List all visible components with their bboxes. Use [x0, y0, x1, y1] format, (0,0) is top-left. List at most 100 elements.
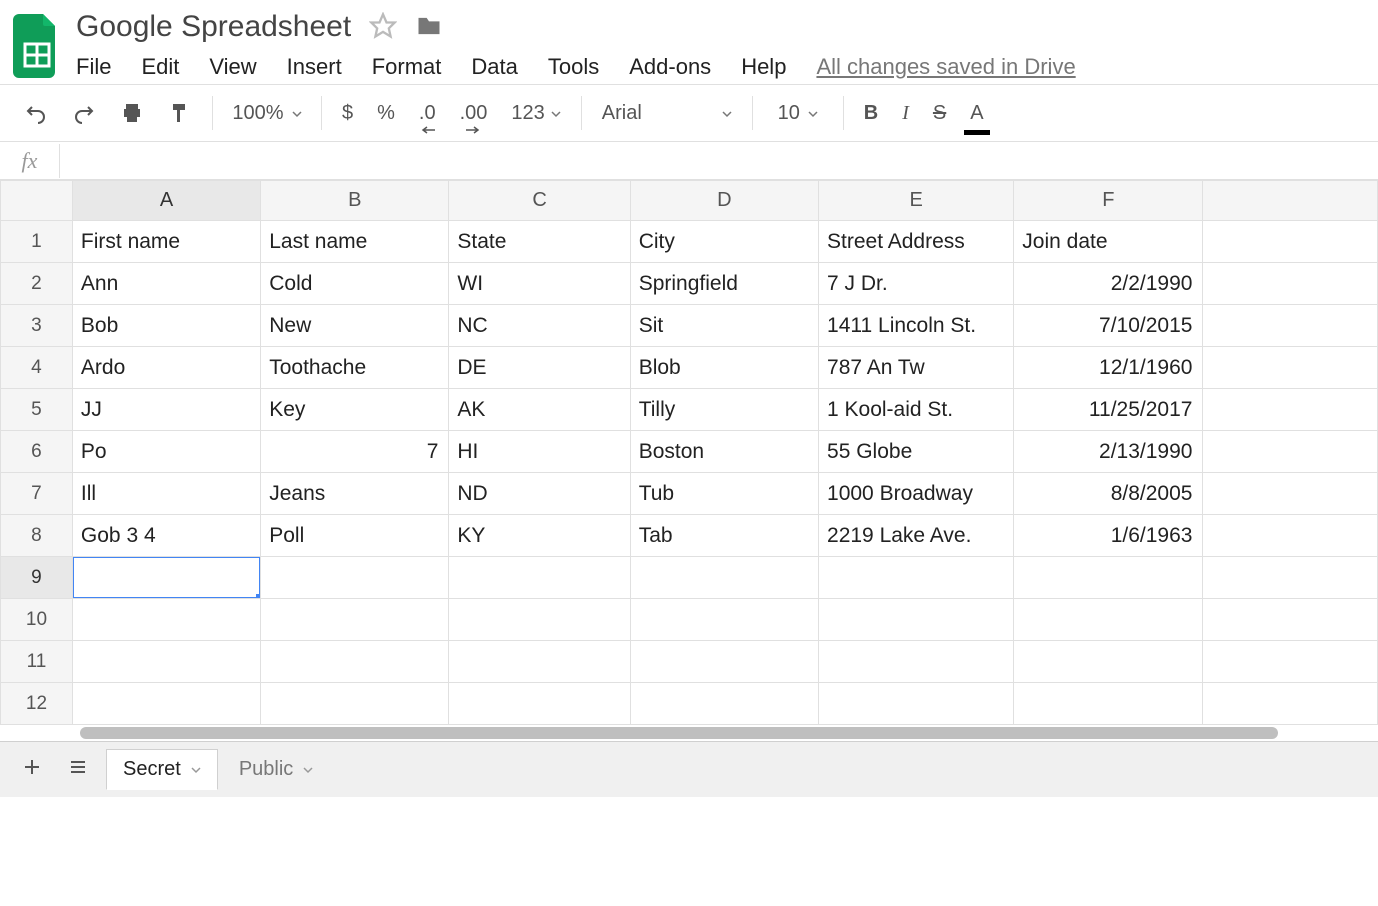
cell-E2[interactable]: 7 J Dr.	[819, 263, 1014, 305]
font-dropdown[interactable]: Arial	[592, 96, 742, 131]
percent-button[interactable]: %	[367, 96, 405, 131]
row-header-11[interactable]: 11	[1, 641, 73, 683]
decrease-decimal-button[interactable]: .0	[409, 96, 446, 131]
column-header-A[interactable]: A	[72, 181, 260, 221]
cell-D10[interactable]	[630, 599, 818, 641]
cell-B11[interactable]	[261, 641, 449, 683]
menu-format[interactable]: Format	[372, 54, 442, 80]
cell-B10[interactable]	[261, 599, 449, 641]
sheets-logo[interactable]	[8, 10, 66, 82]
formula-input[interactable]	[60, 142, 1378, 179]
cell-F11[interactable]	[1014, 641, 1203, 683]
cell-F5[interactable]: 11/25/2017	[1014, 389, 1203, 431]
cell-D9[interactable]	[630, 557, 818, 599]
cell-G6[interactable]	[1203, 431, 1378, 473]
cell-B12[interactable]	[261, 683, 449, 725]
row-header-5[interactable]: 5	[1, 389, 73, 431]
cell-C5[interactable]: AK	[449, 389, 630, 431]
cell-F1[interactable]: Join date	[1014, 221, 1203, 263]
cell-D2[interactable]: Springfield	[630, 263, 818, 305]
cell-D5[interactable]: Tilly	[630, 389, 818, 431]
cell-G5[interactable]	[1203, 389, 1378, 431]
sheet-tab-public[interactable]: Public	[222, 749, 330, 790]
cell-A10[interactable]	[72, 599, 260, 641]
italic-button[interactable]: I	[892, 96, 919, 131]
horizontal-scrollbar[interactable]	[80, 725, 1278, 741]
cell-E4[interactable]: 787 An Tw	[819, 347, 1014, 389]
cell-B5[interactable]: Key	[261, 389, 449, 431]
cell-F3[interactable]: 7/10/2015	[1014, 305, 1203, 347]
cell-G11[interactable]	[1203, 641, 1378, 683]
menu-data[interactable]: Data	[471, 54, 517, 80]
cell-D12[interactable]	[630, 683, 818, 725]
cell-G10[interactable]	[1203, 599, 1378, 641]
column-header-B[interactable]: B	[261, 181, 449, 221]
row-header-2[interactable]: 2	[1, 263, 73, 305]
cell-A4[interactable]: Ardo	[72, 347, 260, 389]
cell-D8[interactable]: Tab	[630, 515, 818, 557]
row-header-10[interactable]: 10	[1, 599, 73, 641]
save-status[interactable]: All changes saved in Drive	[816, 54, 1075, 80]
cell-G8[interactable]	[1203, 515, 1378, 557]
row-header-1[interactable]: 1	[1, 221, 73, 263]
cell-B7[interactable]: Jeans	[261, 473, 449, 515]
row-header-4[interactable]: 4	[1, 347, 73, 389]
menu-addons[interactable]: Add-ons	[629, 54, 711, 80]
add-sheet-button[interactable]	[14, 749, 50, 791]
menu-file[interactable]: File	[76, 54, 111, 80]
sheet-tab-secret[interactable]: Secret	[106, 749, 218, 790]
cell-C12[interactable]	[449, 683, 630, 725]
cell-E11[interactable]	[819, 641, 1014, 683]
zoom-dropdown[interactable]: 100%	[223, 96, 311, 131]
cell-G9[interactable]	[1203, 557, 1378, 599]
cell-E8[interactable]: 2219 Lake Ave.	[819, 515, 1014, 557]
cell-E5[interactable]: 1 Kool-aid St.	[819, 389, 1014, 431]
all-sheets-button[interactable]	[60, 749, 96, 791]
row-header-6[interactable]: 6	[1, 431, 73, 473]
cell-A11[interactable]	[72, 641, 260, 683]
redo-button[interactable]	[62, 95, 106, 131]
cell-G4[interactable]	[1203, 347, 1378, 389]
cell-C4[interactable]: DE	[449, 347, 630, 389]
cell-E9[interactable]	[819, 557, 1014, 599]
column-header-E[interactable]: E	[819, 181, 1014, 221]
column-header-F[interactable]: F	[1014, 181, 1203, 221]
text-color-button[interactable]: A	[960, 96, 993, 131]
menu-tools[interactable]: Tools	[548, 54, 599, 80]
fontsize-dropdown[interactable]: 10	[763, 96, 833, 131]
cell-G1[interactable]	[1203, 221, 1378, 263]
row-header-12[interactable]: 12	[1, 683, 73, 725]
menu-view[interactable]: View	[209, 54, 256, 80]
row-header-8[interactable]: 8	[1, 515, 73, 557]
cell-G3[interactable]	[1203, 305, 1378, 347]
increase-decimal-button[interactable]: .00	[450, 96, 498, 131]
cell-D11[interactable]	[630, 641, 818, 683]
cell-F8[interactable]: 1/6/1963	[1014, 515, 1203, 557]
cell-E12[interactable]	[819, 683, 1014, 725]
cell-F10[interactable]	[1014, 599, 1203, 641]
star-icon[interactable]	[369, 12, 397, 43]
cell-A6[interactable]: Po	[72, 431, 260, 473]
cell-F2[interactable]: 2/2/1990	[1014, 263, 1203, 305]
cell-B4[interactable]: Toothache	[261, 347, 449, 389]
cell-F6[interactable]: 2/13/1990	[1014, 431, 1203, 473]
cell-D1[interactable]: City	[630, 221, 818, 263]
row-header-9[interactable]: 9	[1, 557, 73, 599]
cell-G2[interactable]	[1203, 263, 1378, 305]
cell-E3[interactable]: 1411 Lincoln St.	[819, 305, 1014, 347]
cell-B9[interactable]	[261, 557, 449, 599]
currency-button[interactable]: $	[332, 96, 363, 131]
cell-A9[interactable]	[72, 557, 260, 599]
cell-B8[interactable]: Poll	[261, 515, 449, 557]
cell-A2[interactable]: Ann	[72, 263, 260, 305]
cell-A8[interactable]: Gob 3 4	[72, 515, 260, 557]
menu-edit[interactable]: Edit	[141, 54, 179, 80]
bold-button[interactable]: B	[854, 96, 888, 131]
cell-B1[interactable]: Last name	[261, 221, 449, 263]
row-header-3[interactable]: 3	[1, 305, 73, 347]
cell-A12[interactable]	[72, 683, 260, 725]
menu-insert[interactable]: Insert	[287, 54, 342, 80]
cell-B3[interactable]: New	[261, 305, 449, 347]
cell-C2[interactable]: WI	[449, 263, 630, 305]
document-title[interactable]: Google Spreadsheet	[76, 10, 351, 44]
